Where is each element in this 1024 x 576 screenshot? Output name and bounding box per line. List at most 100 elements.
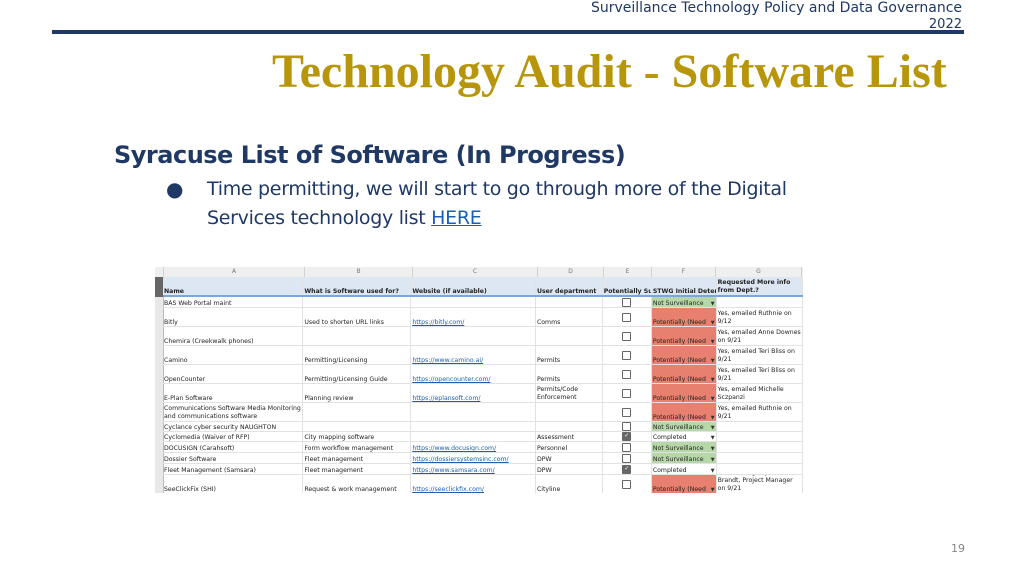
website-link[interactable]: https://bitly.com/ bbox=[412, 319, 534, 326]
cell-department: Permits bbox=[536, 346, 603, 364]
checkbox-icon[interactable] bbox=[622, 297, 632, 307]
cell-name: Cyclance cyber security NAUGHTON bbox=[163, 422, 304, 431]
checkbox-icon[interactable] bbox=[622, 464, 632, 474]
slide-title: Technology Audit - Software List bbox=[272, 45, 947, 98]
column-letter: E bbox=[604, 267, 652, 277]
column-header: Website (if available) bbox=[411, 277, 536, 295]
checkbox-icon[interactable] bbox=[622, 407, 632, 417]
table-row: Dossier Software Fleet management https://… bbox=[163, 453, 803, 464]
bullet-icon: ● bbox=[166, 177, 184, 201]
dropdown-arrow-icon[interactable]: ▼ bbox=[711, 435, 715, 441]
cell-name: OpenCounter bbox=[163, 365, 304, 383]
website-link[interactable]: https://seeclickfix.com/ bbox=[412, 486, 534, 493]
dropdown-arrow-icon[interactable]: ▼ bbox=[711, 339, 715, 345]
cell-use: Permitting/Licensing Guide bbox=[303, 365, 412, 383]
cell-name: SeeClickFix (SHI) bbox=[163, 475, 304, 493]
cell-use bbox=[303, 327, 412, 345]
dropdown-arrow-icon[interactable]: ▼ bbox=[711, 377, 715, 383]
cell-department bbox=[536, 403, 603, 421]
checkbox-icon[interactable] bbox=[622, 350, 632, 360]
here-link[interactable]: HERE bbox=[431, 207, 482, 229]
cell-status: Completed ▼ bbox=[651, 432, 717, 441]
cell-checkbox bbox=[603, 422, 652, 431]
checkbox-icon[interactable] bbox=[622, 422, 632, 431]
cell-department: DPW bbox=[536, 464, 603, 474]
checkbox-icon[interactable] bbox=[622, 331, 632, 341]
website-link[interactable]: https://www.docusign.com/ bbox=[412, 445, 534, 452]
page-number: 19 bbox=[951, 542, 965, 555]
column-letter: A bbox=[164, 267, 305, 277]
cell-use: City mapping software bbox=[303, 432, 412, 441]
website-link[interactable]: https://dossiersystemsinc.com/ bbox=[412, 456, 534, 463]
cell-department: Comms bbox=[536, 308, 603, 326]
cell-department bbox=[536, 422, 603, 431]
cell-checkbox bbox=[603, 432, 652, 441]
cell-status: Completed ▼ bbox=[651, 464, 717, 474]
table-row: Cyclomedia (Waiver of RFP) City mapping s… bbox=[163, 432, 803, 442]
cell-website bbox=[411, 327, 536, 345]
cell-website bbox=[411, 432, 536, 441]
dropdown-arrow-icon[interactable]: ▼ bbox=[711, 320, 715, 326]
table-row: DOCUSIGN (Carahsoft) Form workflow manage… bbox=[163, 442, 803, 453]
dropdown-arrow-icon[interactable]: ▼ bbox=[711, 301, 715, 307]
cell-status: Not Surveillance ▼ bbox=[651, 422, 717, 431]
cell-more-info: Yes, emailed Teri Bliss on 9/21 bbox=[717, 365, 803, 383]
dropdown-arrow-icon[interactable]: ▼ bbox=[711, 446, 715, 452]
cell-status: Not Surveillance ▼ bbox=[651, 297, 717, 307]
cell-use: Request & work management bbox=[303, 475, 412, 493]
cell-website bbox=[411, 403, 536, 421]
cell-use bbox=[303, 422, 412, 431]
section-subtitle: Syracuse List of Software (In Progress) bbox=[114, 141, 626, 169]
website-link[interactable]: https://opencounter.com/ bbox=[412, 376, 534, 383]
cell-status: Potentially (Need ▼ bbox=[651, 365, 717, 383]
status-text: Completed bbox=[652, 434, 687, 441]
checkbox-icon[interactable] bbox=[622, 479, 632, 489]
status-text: Potentially (Need bbox=[652, 486, 706, 493]
cell-use: Planning review bbox=[303, 384, 412, 402]
cell-status: Not Surveillance ▼ bbox=[651, 442, 717, 452]
dropdown-arrow-icon[interactable]: ▼ bbox=[711, 425, 715, 431]
table-row: Cyclance cyber security NAUGHTON Not Surv… bbox=[163, 422, 803, 432]
website-link[interactable]: https://www.samsara.com/ bbox=[412, 467, 534, 474]
cell-name: Dossier Software bbox=[163, 453, 304, 463]
checkbox-icon[interactable] bbox=[622, 432, 632, 441]
status-text: Not Surveillance bbox=[652, 300, 704, 307]
dropdown-arrow-icon[interactable]: ▼ bbox=[711, 468, 715, 474]
website-link[interactable]: https://www.camino.ai/ bbox=[412, 357, 534, 364]
cell-name: Communications Software Media Monitoring… bbox=[163, 403, 304, 421]
cell-more-info bbox=[717, 464, 803, 474]
checkbox-icon[interactable] bbox=[622, 442, 632, 452]
cell-status: Potentially (Need ▼ bbox=[651, 327, 717, 345]
table-row: Camino Permitting/Licensing https://www.ca… bbox=[163, 346, 803, 365]
dropdown-arrow-icon[interactable]: ▼ bbox=[711, 396, 715, 402]
cell-more-info bbox=[717, 442, 803, 452]
column-letter: F bbox=[652, 267, 716, 277]
cell-website: https://dossiersystemsinc.com/ bbox=[411, 453, 536, 463]
spreadsheet-grid: Name What is Software used for? Website (i… bbox=[163, 277, 803, 493]
cell-website: https://www.docusign.com/ bbox=[411, 442, 536, 452]
cell-use: Form workflow management bbox=[303, 442, 412, 452]
cell-use bbox=[303, 403, 412, 421]
checkbox-icon[interactable] bbox=[622, 453, 632, 463]
cell-checkbox bbox=[603, 464, 652, 474]
status-text: Potentially (Need bbox=[652, 319, 706, 326]
website-link[interactable]: https://eplansoft.com/ bbox=[412, 395, 534, 402]
cell-name: E-Plan Software bbox=[163, 384, 304, 402]
cell-more-info bbox=[717, 453, 803, 463]
cell-status: Not Surveillance ▼ bbox=[651, 453, 717, 463]
column-header: What is Software used for? bbox=[303, 277, 412, 295]
table-row: Communications Software Media Monitoring… bbox=[163, 403, 803, 422]
cell-checkbox bbox=[603, 403, 652, 421]
dropdown-arrow-icon[interactable]: ▼ bbox=[711, 358, 715, 364]
cell-department bbox=[536, 297, 603, 307]
cell-name: Cyclomedia (Waiver of RFP) bbox=[163, 432, 304, 441]
cell-checkbox bbox=[603, 308, 652, 326]
cell-department bbox=[536, 327, 603, 345]
dropdown-arrow-icon[interactable]: ▼ bbox=[711, 415, 715, 421]
dropdown-arrow-icon[interactable]: ▼ bbox=[711, 487, 715, 493]
dropdown-arrow-icon[interactable]: ▼ bbox=[711, 457, 715, 463]
checkbox-icon[interactable] bbox=[622, 369, 632, 379]
checkbox-icon[interactable] bbox=[622, 388, 632, 398]
checkbox-icon[interactable] bbox=[622, 312, 632, 322]
cell-more-info bbox=[717, 297, 803, 307]
